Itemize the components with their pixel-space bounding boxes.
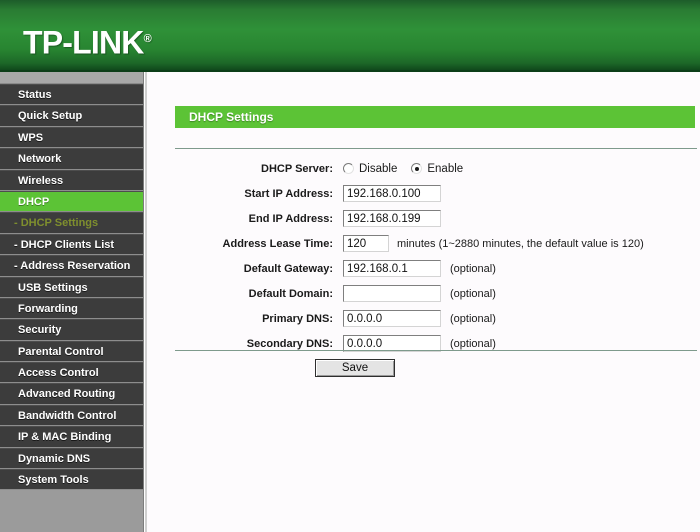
sidebar-item-system-tools[interactable]: System Tools [0, 469, 143, 491]
secondary-dns-row: Secondary DNS: (optional) [147, 331, 700, 356]
divider-bottom [175, 350, 697, 351]
start-ip-input[interactable] [343, 185, 441, 202]
sidebar-item-status[interactable]: Status [0, 84, 143, 106]
page-title: DHCP Settings [175, 106, 695, 128]
default-domain-label: Default Domain: [248, 287, 333, 300]
sidebar-item-wps[interactable]: WPS [0, 126, 143, 149]
sidebar-menu: Status Quick Setup WPS Network Wireless DHCP -… [0, 84, 143, 491]
start-ip-row: Start IP Address: [147, 181, 700, 206]
sidebar-item-dhcp[interactable]: DHCP [0, 190, 143, 213]
primary-dns-row: Primary DNS: (optional) [147, 306, 700, 331]
start-ip-label: Start IP Address: [244, 187, 333, 200]
primary-dns-hint: (optional) [450, 312, 496, 325]
dhcp-disable-option[interactable]: Disable [343, 163, 397, 175]
dhcp-disable-label: Disable [359, 162, 398, 175]
dhcp-settings-form: DHCP Server: Disable Enable Start IP Add… [147, 156, 700, 356]
secondary-dns-label: Secondary DNS: [246, 337, 333, 350]
end-ip-input[interactable] [343, 210, 441, 227]
radio-enable-icon[interactable] [411, 163, 423, 174]
sidebar-item-advanced-routing[interactable]: Advanced Routing [0, 383, 143, 405]
lease-time-row: Address Lease Time: minutes (1~2880 minu… [147, 231, 700, 256]
sidebar-item-dhcp-clients-list[interactable]: - DHCP Clients List [0, 233, 143, 256]
lease-time-label: Address Lease Time: [222, 237, 333, 250]
dhcp-server-row: DHCP Server: Disable Enable [147, 156, 700, 181]
sidebar-nav: Status Quick Setup WPS Network Wireless DHCP -… [0, 72, 144, 532]
save-button[interactable]: Save [315, 359, 395, 377]
brand-text: TP-LINK [23, 24, 144, 61]
default-domain-row: Default Domain: (optional) [147, 281, 700, 306]
radio-disable-icon[interactable] [343, 163, 354, 174]
sidebar-item-address-reservation[interactable]: - Address Reservation [0, 255, 143, 277]
main-content: DHCP Settings DHCP Server: Disable Enabl… [145, 72, 700, 532]
sidebar-item-parental-control[interactable]: Parental Control [0, 340, 143, 363]
default-domain-input[interactable] [343, 285, 441, 302]
sidebar-item-wireless[interactable]: Wireless [0, 169, 143, 191]
dhcp-server-label: DHCP Server: [261, 162, 333, 175]
dhcp-enable-label: Enable [427, 162, 464, 175]
default-gateway-label: Default Gateway: [243, 262, 333, 275]
sidebar-item-quick-setup[interactable]: Quick Setup [0, 105, 143, 127]
sidebar-item-bandwidth-control[interactable]: Bandwidth Control [0, 404, 143, 427]
end-ip-label: End IP Address: [248, 212, 333, 225]
page-header: TP-LINK® [0, 0, 700, 72]
divider-top [175, 148, 697, 149]
default-domain-hint: (optional) [450, 287, 496, 300]
primary-dns-label: Primary DNS: [262, 312, 333, 325]
dhcp-server-radio-group[interactable]: Disable Enable [343, 163, 477, 175]
registered-trademark-icon: ® [143, 33, 152, 45]
dhcp-enable-option[interactable]: Enable [411, 163, 463, 175]
lease-time-input[interactable] [343, 235, 389, 252]
secondary-dns-hint: (optional) [450, 337, 496, 350]
primary-dns-input[interactable] [343, 310, 441, 327]
sidebar-item-dhcp-settings[interactable]: - DHCP Settings [0, 212, 143, 234]
sidebar-item-usb-settings[interactable]: USB Settings [0, 276, 143, 298]
lease-time-hint: minutes (1~2880 minutes, the default val… [397, 237, 644, 250]
default-gateway-row: Default Gateway: (optional) [147, 256, 700, 281]
end-ip-row: End IP Address: [147, 206, 700, 231]
sidebar-item-access-control[interactable]: Access Control [0, 362, 143, 384]
tp-link-logo: TP-LINK® [23, 22, 152, 60]
sidebar-item-security[interactable]: Security [0, 319, 143, 341]
sidebar-item-dynamic-dns[interactable]: Dynamic DNS [0, 447, 143, 470]
default-gateway-input[interactable] [343, 260, 441, 277]
router-admin-page: TP-LINK® Status Quick Setup WPS Network Wire… [0, 0, 700, 532]
sidebar-item-ip-mac-binding[interactable]: IP & MAC Binding [0, 426, 143, 448]
default-gateway-hint: (optional) [450, 262, 496, 275]
sidebar-item-forwarding[interactable]: Forwarding [0, 297, 143, 320]
sidebar-top-strip [0, 72, 143, 84]
sidebar-item-network[interactable]: Network [0, 148, 143, 170]
